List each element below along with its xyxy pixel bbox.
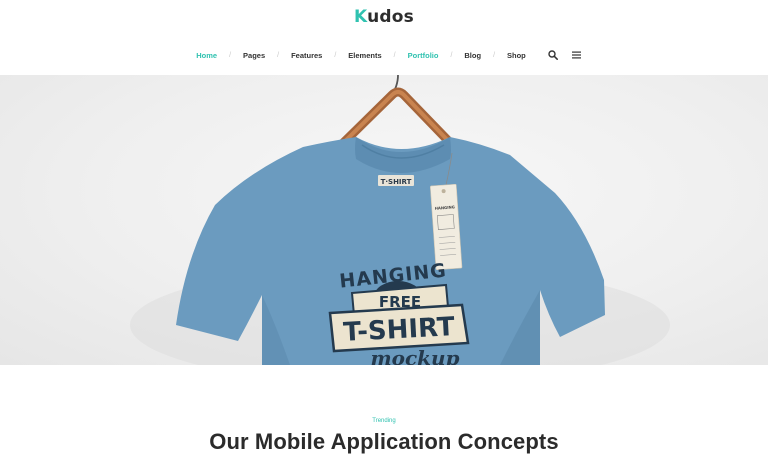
nav-item-elements[interactable]: Elements [336, 51, 393, 60]
site-header: Kudos Home / Pages / Features / Elements… [0, 0, 768, 75]
nav-item-shop[interactable]: Shop [495, 51, 538, 60]
hamburger-menu-icon[interactable] [570, 48, 584, 62]
main-navigation: Home / Pages / Features / Elements / Por… [0, 45, 768, 65]
search-icon[interactable] [546, 48, 560, 62]
hang-tag: HANGING [430, 183, 463, 271]
nav-item-blog[interactable]: Blog [452, 51, 493, 60]
section-headline: Our Mobile Application Concepts [209, 429, 559, 454]
site-logo[interactable]: Kudos [0, 7, 768, 27]
print-mockup-text: mockup [370, 346, 459, 365]
section-eyebrow: Trending [372, 418, 396, 424]
print-tshirt-text: T-SHIRT [343, 312, 456, 348]
nav-item-pages[interactable]: Pages [231, 51, 277, 60]
trending-section: Trending Our Mobile Application Concepts [0, 365, 768, 460]
nav-item-features[interactable]: Features [279, 51, 334, 60]
nav-item-home[interactable]: Home [184, 51, 229, 60]
hero-banner: T·SHIRT HANGING HANGING FREE T-SHIRT moc… [0, 75, 768, 365]
nav-item-portfolio[interactable]: Portfolio [396, 51, 451, 60]
tshirt-mockup-illustration: T·SHIRT HANGING HANGING FREE T-SHIRT moc… [130, 75, 670, 365]
neck-label-text: T·SHIRT [381, 178, 412, 186]
